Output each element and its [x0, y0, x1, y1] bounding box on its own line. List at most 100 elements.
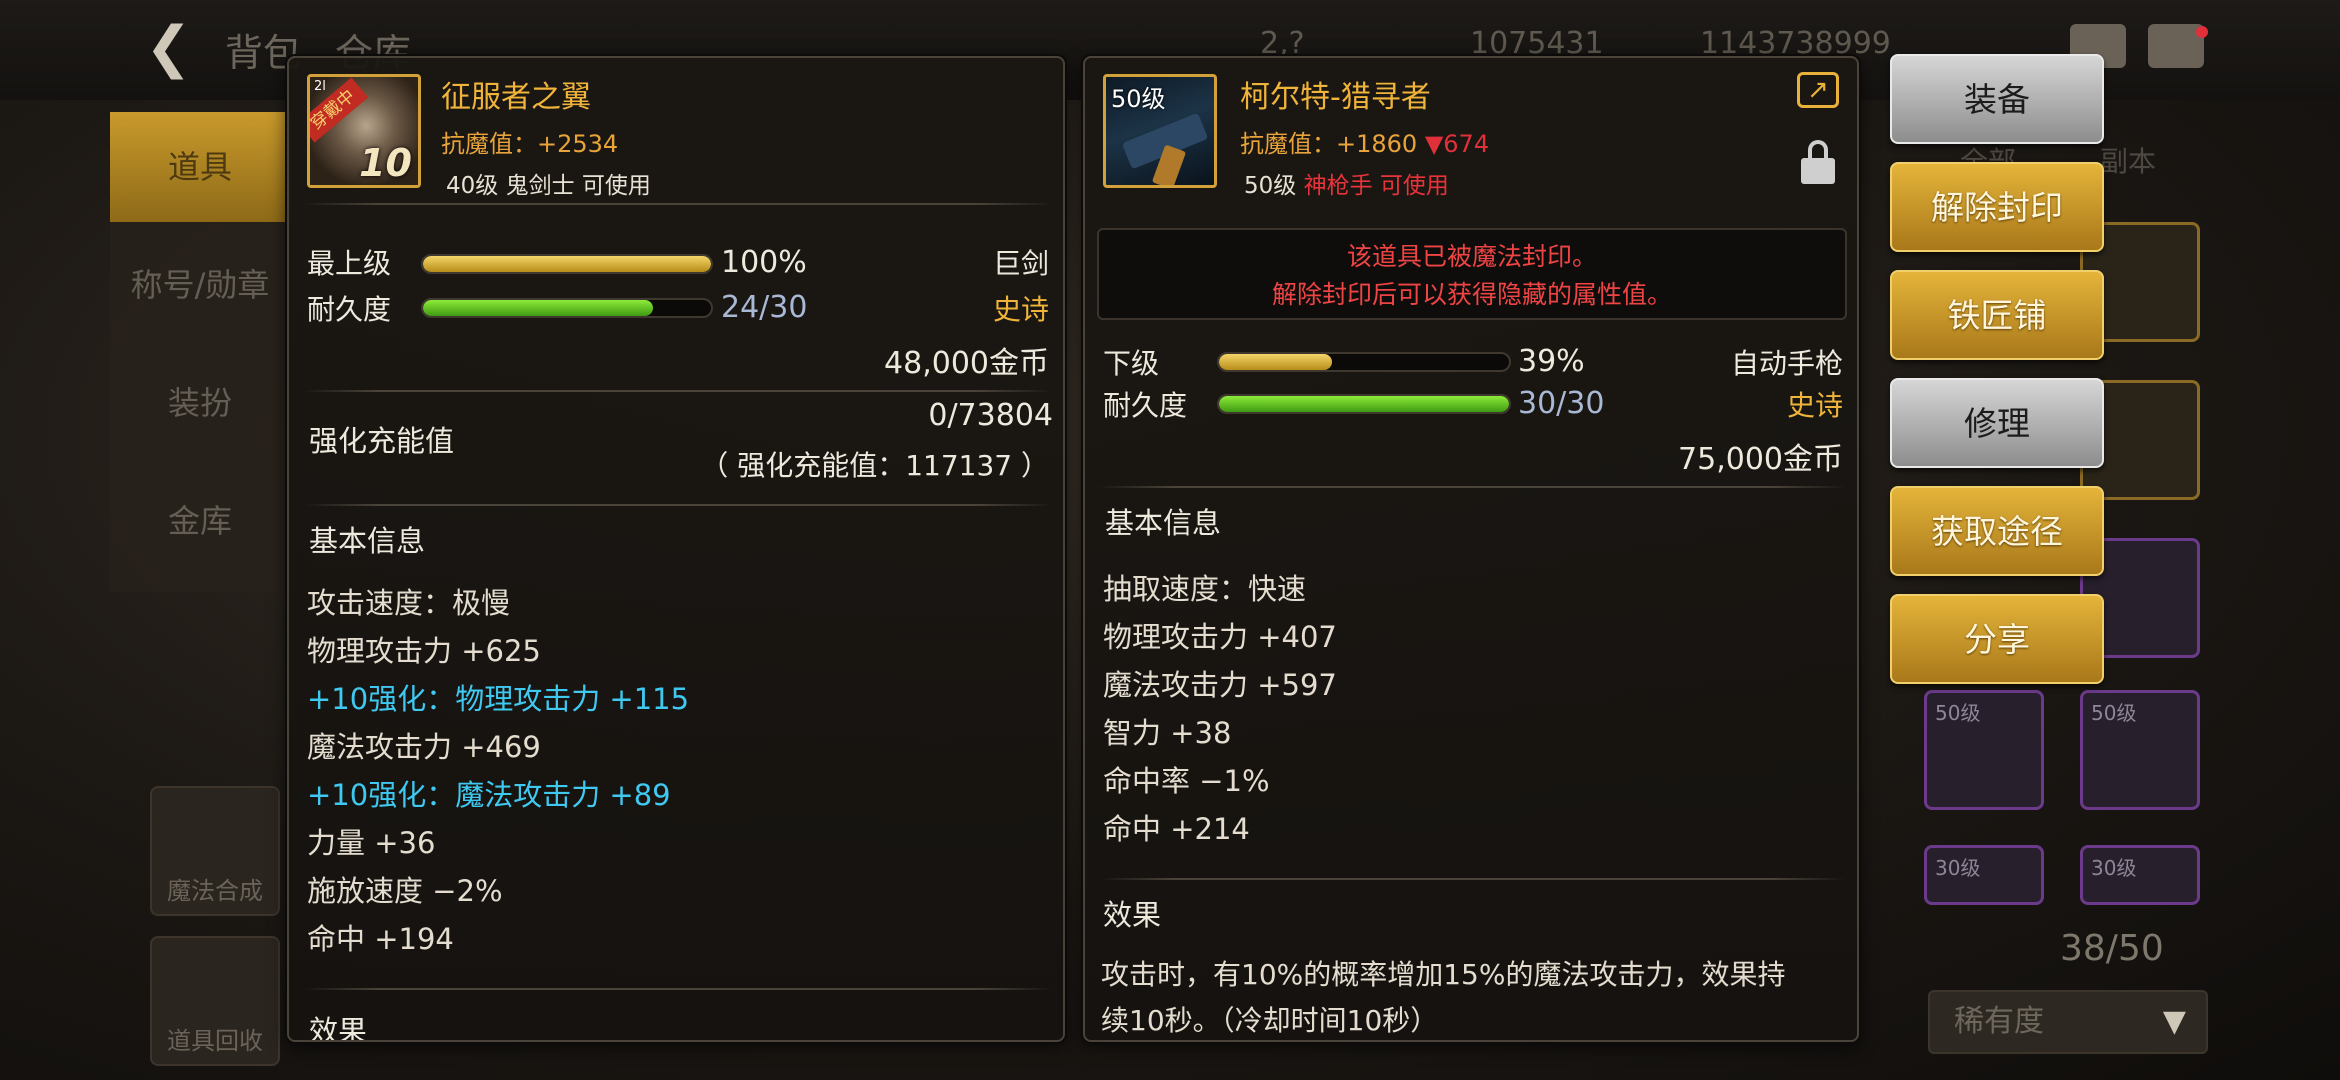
equipped-item-tooltip: 穿戴中 2l 10 征服者之翼 抗魔值：+2534 40级 鬼剑士 可使用 最上…: [287, 56, 1065, 1042]
attribute-line: 命中 +214: [1103, 812, 1250, 846]
divider: [1099, 486, 1847, 488]
grade-percent: 39%: [1518, 344, 1585, 379]
back-arrow-icon[interactable]: ❮: [145, 18, 205, 78]
anti-magic-value: 抗魔值：+1860: [1240, 130, 1418, 158]
durability-bar: [421, 298, 713, 318]
weapon-type: 巨剑: [992, 247, 1049, 280]
effect-line: 攻击时，有10%的概率增加15%的魔法攻击力，效果持: [1101, 958, 1786, 991]
inventory-slot[interactable]: 50级: [2080, 690, 2200, 810]
item-icon: 穿戴中 2l 10: [307, 74, 421, 188]
grade-label: 下级: [1103, 347, 1160, 380]
repair-button[interactable]: 修理: [1890, 378, 2104, 468]
usage-requirement: 40级 鬼剑士 可使用: [446, 173, 651, 199]
durability-value: 30/30: [1518, 386, 1605, 421]
dropdown-arrow-icon: ▼: [2162, 1004, 2186, 1039]
seal-notice-line: 解除封印后可以获得隐藏的属性值。: [1271, 280, 1672, 309]
required-class: 神枪手 可使用: [1303, 173, 1449, 199]
grade-label: 最上级: [307, 247, 392, 280]
lock-body: [1801, 158, 1835, 184]
slot-level-label: 50级: [1935, 701, 1981, 725]
unseal-button[interactable]: 解除封印: [1890, 162, 2104, 252]
share-link-icon[interactable]: ↗: [1797, 72, 1839, 108]
seal-notice: 该道具已被魔法封印。 解除封印后可以获得隐藏的属性值。: [1097, 228, 1847, 320]
item-level-tag: 50级: [1111, 85, 1166, 113]
enhance-charge-value: 0/73804: [928, 398, 1053, 433]
item-recycle-tile[interactable]: 道具回收: [150, 936, 280, 1066]
grade-bar-fill: [423, 256, 711, 272]
menu-item-items[interactable]: 道具: [110, 112, 290, 222]
tile-label: 道具回收: [167, 1027, 263, 1055]
rarity-label: 史诗: [1786, 389, 1843, 422]
item-icon: 50级: [1103, 74, 1217, 188]
attribute-line: 物理攻击力 +407: [1103, 620, 1337, 654]
attribute-line: +10强化：物理攻击力 +115: [307, 682, 690, 716]
attribute-line: 命中 +194: [307, 922, 454, 956]
slot-level-label: 30级: [2091, 856, 2137, 880]
menu-item-costume[interactable]: 装扮: [110, 348, 290, 458]
inventory-slot[interactable]: 30级: [2080, 845, 2200, 905]
divider: [1099, 878, 1847, 880]
lock-shackle: [1808, 140, 1828, 160]
anti-magic-stat: 抗魔值：+1860 ▼674: [1240, 124, 1489, 159]
usage-requirement: 50级 神枪手 可使用: [1244, 166, 1449, 200]
obtain-source-button[interactable]: 获取途径: [1890, 486, 2104, 576]
attribute-line: 抽取速度：快速: [1103, 572, 1307, 606]
weapon-type: 自动手枪: [1730, 347, 1843, 380]
attribute-line: 力量 +36: [307, 826, 436, 860]
inventory-slot[interactable]: 30级: [1924, 845, 2044, 905]
enhance-level-label: 10: [359, 141, 412, 185]
basic-info-title: 基本信息: [1105, 506, 1222, 540]
inventory-slot[interactable]: 50级: [1924, 690, 2044, 810]
durability-label: 耐久度: [307, 293, 392, 326]
sort-dropdown[interactable]: 稀有度 ▼: [1928, 990, 2208, 1054]
seal-notice-line: 该道具已被魔法封印。: [1346, 242, 1597, 271]
menu-item-titles[interactable]: 称号/勋章: [110, 230, 290, 340]
grade-bar-fill: [1219, 354, 1333, 370]
sell-price: 48,000金币: [884, 346, 1049, 381]
attribute-line: 智力 +38: [1103, 716, 1232, 750]
sell-price: 75,000金币: [1678, 442, 1843, 477]
divider: [303, 504, 1053, 506]
equip-button[interactable]: 装备: [1890, 54, 2104, 144]
required-level: 50级: [1244, 173, 1297, 199]
lock-icon[interactable]: [1801, 140, 1835, 186]
share-button[interactable]: 分享: [1890, 594, 2104, 684]
attribute-line: +10强化：魔法攻击力 +89: [307, 778, 671, 812]
blacksmith-button[interactable]: 铁匠铺: [1890, 270, 2104, 360]
durability-label: 耐久度: [1103, 389, 1188, 422]
durability-value: 24/30: [721, 290, 808, 325]
effect-title: 效果: [1103, 898, 1162, 932]
basic-info-title: 基本信息: [309, 524, 426, 558]
effect-description: 攻击时，有10%的概率增加15%的魔法攻击力，效果持 续10秒。（冷却时间10秒…: [1101, 952, 1841, 1040]
sort-label: 稀有度: [1954, 1004, 2044, 1039]
icon-corner-label: 2l: [314, 79, 326, 94]
divider: [303, 988, 1053, 990]
effect-title: 效果: [309, 1014, 368, 1042]
enhance-charge-label: 强化充能值: [309, 424, 455, 458]
attribute-line: 物理攻击力 +625: [307, 634, 541, 668]
grade-bar: [1217, 352, 1511, 372]
divider: [303, 203, 1053, 205]
filter-tab-dungeon[interactable]: 副本: [2100, 140, 2156, 180]
notification-dot-icon: [2196, 26, 2208, 38]
attribute-line: 魔法攻击力 +469: [307, 730, 541, 764]
slot-level-label: 30级: [1935, 856, 1981, 880]
anti-magic-stat: 抗魔值：+2534: [441, 130, 619, 158]
item-name: 柯尔特-猎寻者: [1240, 80, 1431, 115]
grade-percent: 100%: [721, 245, 807, 280]
attribute-line: 魔法攻击力 +597: [1103, 668, 1337, 702]
magic-synthesis-tile[interactable]: 魔法合成: [150, 786, 280, 916]
durability-bar-fill: [423, 300, 654, 316]
durability-bar-fill: [1219, 396, 1509, 412]
attribute-line: 命中率 −1%: [1103, 764, 1270, 798]
divider: [303, 390, 1053, 392]
slot-level-label: 50级: [2091, 701, 2137, 725]
inventory-category-menu: 道具 称号/勋章 装扮 金库: [110, 112, 290, 592]
compared-item-tooltip: 50级 柯尔特-猎寻者 抗魔值：+1860 ▼674 50级 神枪手 可使用 ↗…: [1083, 56, 1859, 1042]
item-name: 征服者之翼: [441, 80, 591, 115]
menu-item-vault[interactable]: 金库: [110, 466, 290, 576]
bag-capacity-count: 38/50: [2060, 928, 2164, 969]
anti-magic-diff: ▼674: [1424, 130, 1490, 158]
grade-bar: [421, 254, 713, 274]
tile-label: 魔法合成: [167, 877, 263, 905]
